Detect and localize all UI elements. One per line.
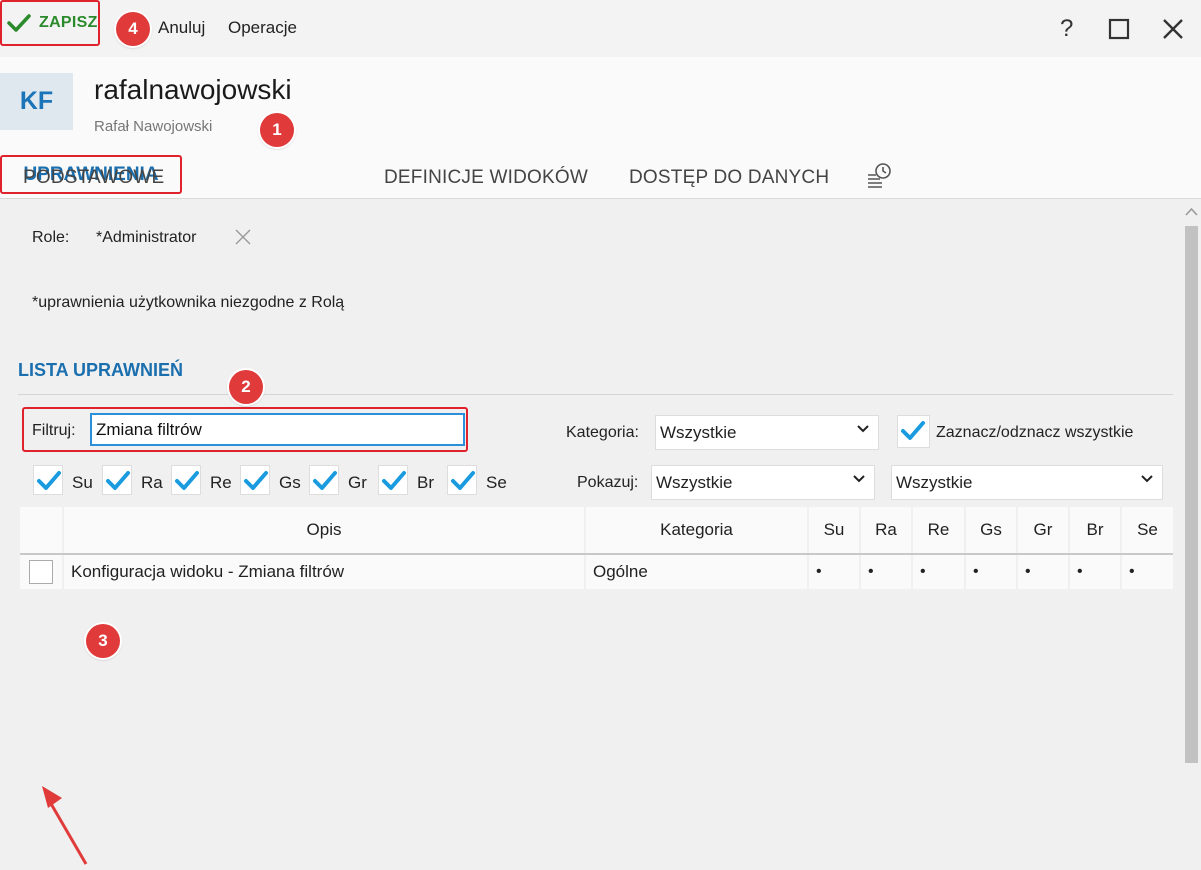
flag-checkbox-re[interactable] bbox=[171, 465, 201, 495]
flag-checkbox-br[interactable] bbox=[378, 465, 408, 495]
column-header-ra[interactable]: Ra bbox=[861, 507, 911, 553]
annotation-badge-1: 1 bbox=[260, 113, 294, 147]
user-header: KF rafalnawojowski Rafał Nawojowski bbox=[0, 57, 1201, 155]
checkmark-icon bbox=[106, 471, 130, 490]
column-header-opis[interactable]: Opis bbox=[64, 507, 584, 553]
roles-label: Role: bbox=[32, 229, 70, 246]
column-header-br[interactable]: Br bbox=[1070, 507, 1120, 553]
checkmark-icon bbox=[37, 471, 61, 490]
flag-label-gr: Gr bbox=[348, 473, 367, 492]
checkmark-icon bbox=[175, 471, 199, 490]
column-header-kategoria[interactable]: Kategoria bbox=[586, 507, 807, 553]
row-re: • bbox=[913, 555, 964, 589]
column-header-re[interactable]: Re bbox=[913, 507, 964, 553]
permissions-panel: Role: *Administrator *uprawnienia użytko… bbox=[0, 200, 1181, 865]
tab-history[interactable] bbox=[866, 161, 894, 195]
flag-label-gs: Gs bbox=[279, 473, 301, 492]
filter-group: Filtruj: bbox=[22, 407, 468, 452]
filter-input[interactable] bbox=[90, 413, 465, 446]
select-all-label: Zaznacz/odznacz wszystkie bbox=[936, 424, 1134, 441]
role-value: *Administrator bbox=[96, 229, 197, 246]
tab-bar: PODSTAWOWE UPRAWNIENIA DEFINICJE WIDOKÓW… bbox=[0, 155, 1201, 199]
show-select-secondary-value: Wszystkie bbox=[896, 473, 973, 492]
table-row[interactable]: Konfiguracja widoku - Zmiana filtrów Ogó… bbox=[20, 555, 1173, 589]
category-select-value: Wszystkie bbox=[660, 423, 737, 442]
roles-note: *uprawnienia użytkownika niezgodne z Rol… bbox=[32, 294, 345, 311]
checkmark-icon bbox=[7, 14, 31, 32]
row-gr: • bbox=[1018, 555, 1068, 589]
close-icon bbox=[235, 229, 251, 245]
close-icon bbox=[1163, 19, 1183, 39]
row-kategoria: Ogólne bbox=[586, 555, 807, 589]
annotation-arrow bbox=[42, 786, 88, 865]
flag-label-br: Br bbox=[417, 473, 434, 492]
column-header-gs[interactable]: Gs bbox=[966, 507, 1016, 553]
user-full-name: Rafał Nawojowski bbox=[94, 118, 213, 135]
chevron-down-icon bbox=[852, 472, 866, 490]
show-select-value: Wszystkie bbox=[656, 473, 733, 492]
table-header: Opis Kategoria Su Ra Re Gs Gr Br Se bbox=[20, 507, 1173, 553]
select-all-checkbox[interactable] bbox=[897, 415, 930, 448]
row-se: • bbox=[1122, 555, 1173, 589]
category-select[interactable]: Wszystkie bbox=[655, 415, 879, 450]
close-button[interactable] bbox=[1162, 18, 1184, 47]
row-br: • bbox=[1070, 555, 1120, 589]
operations-menu[interactable]: Operacje bbox=[228, 18, 297, 38]
row-checkbox[interactable] bbox=[29, 560, 53, 584]
tab-definicje-widokow[interactable]: DEFINICJE WIDOKÓW bbox=[384, 167, 588, 189]
filter-label: Filtruj: bbox=[32, 422, 76, 439]
flag-label-ra: Ra bbox=[141, 473, 163, 492]
annotation-badge-3: 3 bbox=[86, 624, 120, 658]
history-icon bbox=[868, 163, 891, 188]
flag-checkbox-se[interactable] bbox=[447, 465, 477, 495]
maximize-button[interactable] bbox=[1108, 18, 1130, 47]
row-su: • bbox=[809, 555, 859, 589]
chevron-down-icon bbox=[856, 422, 870, 440]
flag-checkbox-gs[interactable] bbox=[240, 465, 270, 495]
column-header-gr[interactable]: Gr bbox=[1018, 507, 1068, 553]
chevron-down-icon bbox=[1140, 472, 1154, 490]
avatar: KF bbox=[0, 73, 73, 130]
cancel-button[interactable]: Anuluj bbox=[158, 18, 205, 38]
checkmark-icon bbox=[451, 471, 475, 490]
maximize-icon bbox=[1108, 18, 1130, 40]
show-label: Pokazuj: bbox=[577, 474, 639, 491]
checkmark-icon bbox=[244, 471, 268, 490]
row-ra: • bbox=[861, 555, 911, 589]
checkmark-icon bbox=[382, 471, 406, 490]
flag-label-re: Re bbox=[210, 473, 232, 492]
flag-checkbox-su[interactable] bbox=[33, 465, 63, 495]
scroll-up-icon[interactable] bbox=[1185, 207, 1198, 217]
tab-dostep-do-danych[interactable]: DOSTĘP DO DANYCH bbox=[629, 167, 829, 189]
flag-label-su: Su bbox=[72, 473, 93, 492]
column-header-su[interactable]: Su bbox=[809, 507, 859, 553]
flag-checkbox-gr[interactable] bbox=[309, 465, 339, 495]
permissions-list-title: LISTA UPRAWNIEŃ bbox=[18, 360, 183, 380]
save-button-label: ZAPISZ bbox=[39, 14, 98, 31]
category-label: Kategoria: bbox=[566, 424, 639, 441]
show-select[interactable]: Wszystkie bbox=[651, 465, 875, 500]
annotation-badge-2: 2 bbox=[229, 370, 263, 404]
vertical-scrollbar[interactable] bbox=[1181, 200, 1201, 763]
section-divider bbox=[18, 394, 1173, 395]
header-select-cell bbox=[20, 507, 62, 553]
flag-label-se: Se bbox=[486, 473, 507, 492]
flag-checkbox-ra[interactable] bbox=[102, 465, 132, 495]
show-select-secondary[interactable]: Wszystkie bbox=[891, 465, 1163, 500]
user-login: rafalnawojowski bbox=[94, 74, 292, 105]
checkmark-icon bbox=[313, 471, 337, 490]
row-opis: Konfiguracja widoku - Zmiana filtrów bbox=[64, 555, 584, 589]
row-gs: • bbox=[966, 555, 1016, 589]
tab-podstawowe[interactable]: PODSTAWOWE bbox=[23, 167, 164, 189]
checkmark-icon bbox=[901, 421, 925, 440]
help-button[interactable]: ? bbox=[1060, 15, 1073, 43]
scrollbar-thumb[interactable] bbox=[1185, 226, 1198, 763]
remove-role-button[interactable] bbox=[234, 228, 252, 251]
toolbar: ZAPISZ Anuluj Operacje ? bbox=[0, 0, 1201, 57]
save-button[interactable]: ZAPISZ bbox=[0, 0, 100, 46]
column-header-se[interactable]: Se bbox=[1122, 507, 1173, 553]
annotation-badge-4: 4 bbox=[116, 12, 150, 46]
row-select-cell bbox=[20, 555, 62, 589]
